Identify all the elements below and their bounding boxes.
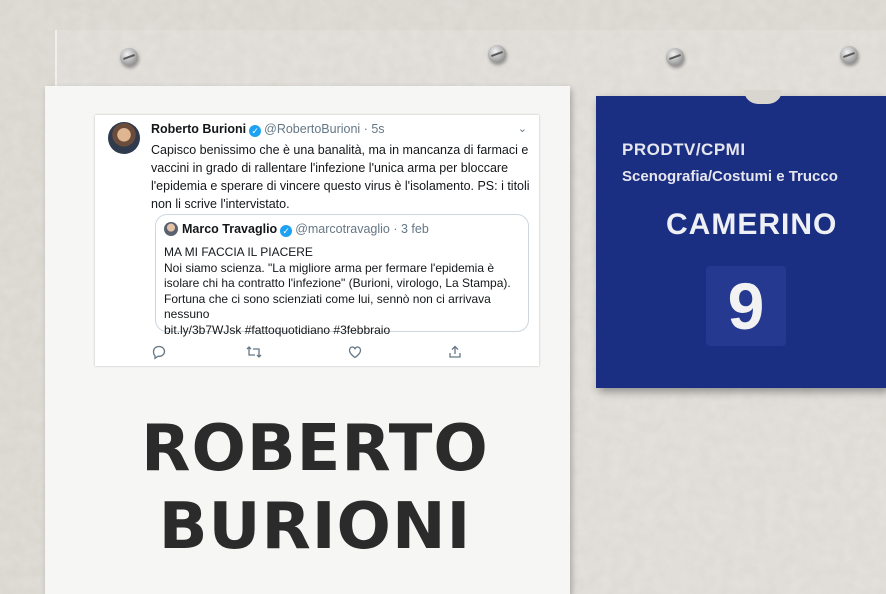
sign-room-number: 9: [706, 266, 786, 346]
sign-department: PRODTV/CPMI: [622, 140, 746, 159]
author-handle[interactable]: @RobertoBurioni: [264, 122, 360, 136]
screw: [488, 45, 506, 63]
sign-hanger-notch: [744, 90, 782, 104]
retweet-icon[interactable]: [245, 344, 263, 360]
tweet-actions: [151, 344, 471, 360]
tweet-card[interactable]: Roberto Burioni ✓ @RobertoBurioni · 5s ⌄ C…: [95, 115, 539, 366]
tweet-header: Roberto Burioni ✓ @RobertoBurioni · 5s: [151, 122, 385, 137]
sign-subtitle: Scenografia/Costumi e Trucco: [622, 168, 838, 185]
like-icon[interactable]: [347, 344, 365, 360]
quoted-avatar: [164, 222, 178, 236]
quoted-text: MA MI FACCIA IL PIACERE Noi siamo scienz…: [164, 245, 522, 339]
author-name[interactable]: Roberto Burioni: [151, 122, 246, 136]
quoted-line3: bit.ly/3b7WJsk #fattoquotidiano #3febbra…: [164, 322, 391, 337]
quoted-line2: Noi siamo scienza. "La migliore arma per…: [164, 260, 511, 322]
quoted-time: · 3 feb: [393, 222, 429, 236]
name-sign-line2: BURIONI: [158, 490, 472, 564]
share-icon[interactable]: [447, 344, 465, 360]
quoted-handle: @marcotravaglio: [295, 222, 390, 236]
tweet-time[interactable]: · 5s: [364, 122, 385, 136]
screw: [120, 48, 138, 66]
author-avatar[interactable]: [108, 122, 140, 154]
name-sign-line1: ROBERTO: [141, 412, 489, 486]
tweet-text: Capisco benissimo che è una banalità, ma…: [151, 143, 530, 211]
chevron-down-icon[interactable]: ⌄: [518, 122, 527, 135]
screw: [840, 46, 858, 64]
quoted-author-name: Marco Travaglio: [182, 222, 278, 236]
verified-icon: ✓: [280, 225, 293, 237]
dressing-room-sign: PRODTV/CPMI Scenografia/Costumi e Trucco…: [596, 90, 886, 388]
reply-icon[interactable]: [151, 344, 169, 360]
quoted-header: Marco Travaglio ✓ @marcotravaglio · 3 feb: [164, 222, 429, 237]
verified-icon: ✓: [249, 125, 262, 137]
sign-room-label: CAMERINO: [666, 208, 838, 241]
quoted-line1: MA MI FACCIA IL PIACERE: [164, 245, 313, 259]
screw: [666, 48, 684, 66]
quoted-tweet[interactable]: Marco Travaglio ✓ @marcotravaglio · 3 feb …: [155, 214, 529, 337]
